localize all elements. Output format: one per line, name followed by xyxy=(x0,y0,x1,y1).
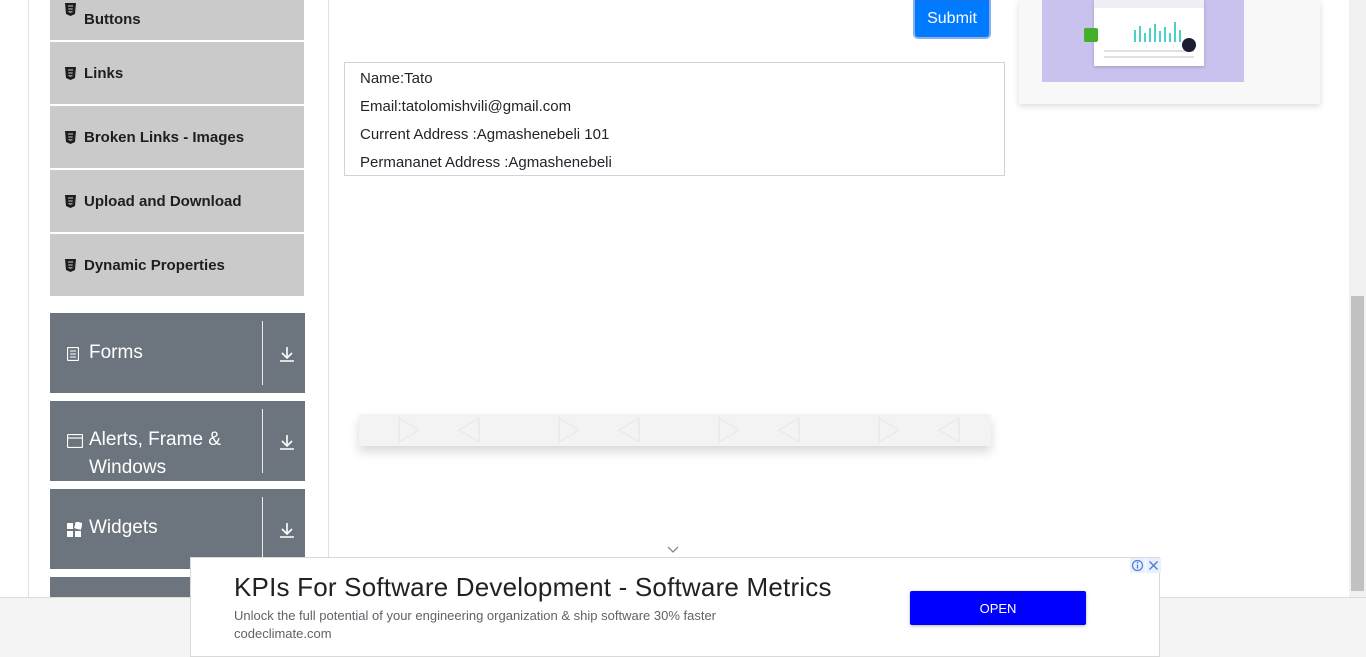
document-icon xyxy=(66,346,83,363)
download-arrow-icon[interactable] xyxy=(278,433,296,451)
cypress-logo-icon xyxy=(1182,38,1196,52)
output-current-address: Current Address :Agmashenebeli 101 xyxy=(360,126,610,143)
output-box: Name:Tato Email:tatolomishvili@gmail.com… xyxy=(344,62,1005,176)
group-separator xyxy=(262,321,263,385)
group-title: Alerts, Frame & Windows xyxy=(89,429,221,478)
html5-icon xyxy=(65,194,76,208)
sidebar-item-dynamic-properties[interactable]: Dynamic Properties xyxy=(50,234,304,296)
sidebar-item-links[interactable]: Links xyxy=(50,42,304,104)
html5-icon xyxy=(65,2,76,16)
sidebar-item-label: Dynamic Properties xyxy=(84,256,225,274)
group-separator xyxy=(262,409,263,473)
sidebar-item-label: Links xyxy=(84,64,124,82)
window-icon xyxy=(66,433,84,450)
ad-open-button[interactable]: OPEN xyxy=(910,591,1086,625)
html5-icon xyxy=(65,258,76,272)
output-name: Name:Tato xyxy=(360,70,433,87)
sidebar-item-label: Upload and Download xyxy=(84,192,242,210)
download-arrow-icon[interactable] xyxy=(278,521,296,539)
widgets-icon xyxy=(67,521,83,538)
download-arrow-icon[interactable] xyxy=(278,345,296,363)
container-border xyxy=(28,0,29,597)
sidebar-item-label: Broken Links - Images xyxy=(84,128,245,146)
html5-icon xyxy=(65,66,76,80)
selenium-logo-icon xyxy=(1084,28,1098,42)
close-icon[interactable] xyxy=(1146,558,1161,573)
info-icon[interactable] xyxy=(1130,558,1145,573)
group-title: Forms xyxy=(89,342,143,363)
chevron-down-icon[interactable] xyxy=(666,542,680,556)
html5-icon xyxy=(65,130,76,144)
sidebar-item-broken-links[interactable]: Broken Links - Images xyxy=(50,106,304,168)
sidebar-item-buttons[interactable]: Buttons xyxy=(50,0,304,40)
output-email: Email:tatolomishvili@gmail.com xyxy=(360,98,572,115)
sidebar-divider xyxy=(328,0,329,597)
sidebar-group-alerts[interactable]: Alerts, Frame & Windows xyxy=(50,401,305,481)
output-permanent-address: Permananet Address :Agmashenebeli xyxy=(360,154,612,171)
group-title: Widgets xyxy=(89,517,158,538)
submit-button[interactable]: Submit xyxy=(913,0,991,39)
ad-banner[interactable] xyxy=(359,414,991,446)
promo-image xyxy=(1042,0,1244,82)
ad-description: Unlock the full potential of your engine… xyxy=(234,608,717,623)
dashboard-preview xyxy=(1094,0,1204,66)
page: Buttons Links Broken Links - Images Uplo… xyxy=(0,0,1366,657)
scrollbar-thumb[interactable] xyxy=(1351,296,1364,591)
ad-title[interactable]: KPIs For Software Development - Software… xyxy=(234,572,832,603)
sidebar-item-label: Buttons xyxy=(84,10,141,28)
promo-image-card[interactable] xyxy=(1019,0,1320,104)
group-separator xyxy=(262,497,263,561)
ad-url[interactable]: codeclimate.com xyxy=(234,626,332,641)
sidebar-item-upload-download[interactable]: Upload and Download xyxy=(50,170,304,232)
sidebar-group-forms[interactable]: Forms xyxy=(50,313,305,393)
bottom-ad[interactable]: KPIs For Software Development - Software… xyxy=(190,557,1161,657)
